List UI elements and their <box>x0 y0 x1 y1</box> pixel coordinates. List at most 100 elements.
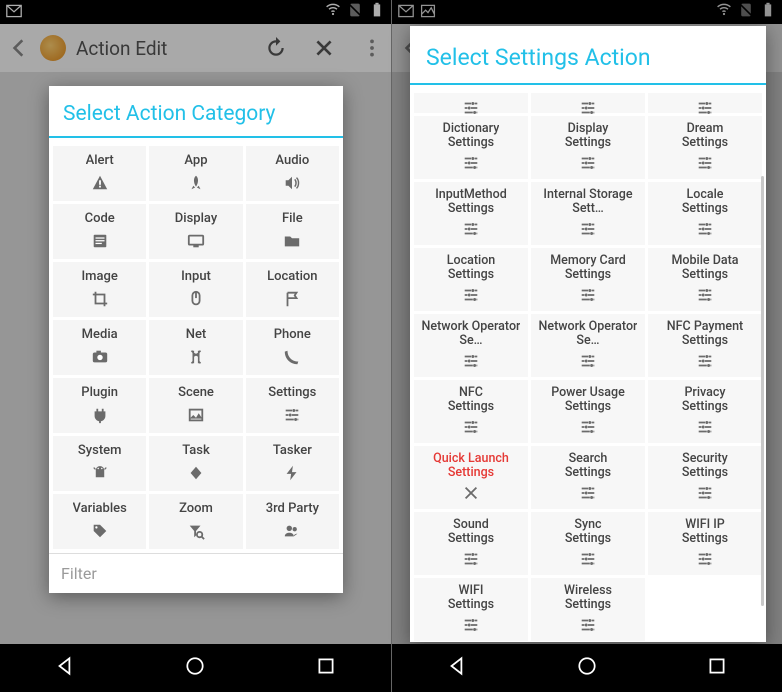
settings-item-quick-launch-settings[interactable]: Quick LaunchSettings <box>414 446 528 509</box>
nav-home-button[interactable] <box>576 655 598 681</box>
settings-item-label: DictionarySettings <box>443 122 500 150</box>
category-settings[interactable]: Settings <box>246 378 339 433</box>
tag-icon <box>90 521 110 541</box>
sliders-icon <box>282 405 302 425</box>
settings-item-label: PrivacySettings <box>682 386 728 414</box>
settings-item-locale-settings[interactable]: LocaleSettings <box>648 182 762 245</box>
sliders-icon <box>578 549 598 569</box>
category-label: Zoom <box>179 502 213 516</box>
settings-item-partial[interactable] <box>648 93 762 113</box>
settings-item-power-usage-settings[interactable]: Power UsageSettings <box>531 380 645 443</box>
category-label: Variables <box>73 502 127 516</box>
sliders-icon <box>578 285 598 305</box>
settings-item-partial[interactable] <box>531 93 645 113</box>
settings-item-network-operator-se-[interactable]: Network OperatorSe… <box>531 314 645 377</box>
category-3rd-party[interactable]: 3rd Party <box>246 494 339 549</box>
settings-item-label: NFCSettings <box>448 386 494 414</box>
nav-back-button[interactable] <box>446 655 468 681</box>
settings-item-internal-storage-sett-[interactable]: Internal StorageSett… <box>531 182 645 245</box>
settings-item-label: Network OperatorSe… <box>422 320 521 348</box>
settings-item-wifi-settings[interactable]: WIFISettings <box>414 578 528 641</box>
category-variables[interactable]: Variables <box>53 494 146 549</box>
category-plugin[interactable]: Plugin <box>53 378 146 433</box>
category-audio[interactable]: Audio <box>246 146 339 201</box>
nav-home-button[interactable] <box>184 655 206 681</box>
category-code[interactable]: Code <box>53 204 146 259</box>
nav-bar <box>0 644 391 692</box>
settings-action-grid[interactable]: DictionarySettings DisplaySettings DreamSe… <box>410 89 766 642</box>
nav-bar <box>392 644 782 692</box>
settings-item-dream-settings[interactable]: DreamSettings <box>648 116 762 179</box>
settings-item-sync-settings[interactable]: SyncSettings <box>531 512 645 575</box>
settings-item-wifi-ip-settings[interactable]: WIFI IPSettings <box>648 512 762 575</box>
display-icon <box>186 231 206 251</box>
category-label: Net <box>186 328 207 342</box>
nav-recent-button[interactable] <box>706 655 728 681</box>
category-scene[interactable]: Scene <box>149 378 242 433</box>
settings-item-sound-settings[interactable]: SoundSettings <box>414 512 528 575</box>
zoom-icon <box>186 521 206 541</box>
settings-item-label: InputMethodSettings <box>435 188 507 216</box>
settings-item-label: WIFI IPSettings <box>682 518 728 546</box>
category-task[interactable]: Task <box>149 436 242 491</box>
filter-input[interactable]: Filter <box>49 553 343 593</box>
category-net[interactable]: Net <box>149 320 242 375</box>
close-icon <box>461 483 481 503</box>
rocket-icon <box>186 173 206 193</box>
category-label: Image <box>81 270 117 284</box>
settings-item-inputmethod-settings[interactable]: InputMethodSettings <box>414 182 528 245</box>
settings-item-label: Quick LaunchSettings <box>433 452 509 480</box>
settings-item-mobile-data-settings[interactable]: Mobile DataSettings <box>648 248 762 311</box>
nav-back-button[interactable] <box>54 655 76 681</box>
category-label: 3rd Party <box>266 502 319 516</box>
settings-item-label: LocaleSettings <box>682 188 728 216</box>
settings-item-wireless-settings[interactable]: WirelessSettings <box>531 578 645 641</box>
sliders-icon <box>461 285 481 305</box>
settings-item-label: DisplaySettings <box>565 122 611 150</box>
settings-item-partial[interactable] <box>414 93 528 113</box>
sliders-icon <box>578 417 598 437</box>
audio-icon <box>282 173 302 193</box>
select-action-category-dialog: Select Action Category AlertAppAudioCode… <box>49 86 343 593</box>
scrollbar[interactable] <box>761 176 764 606</box>
category-media[interactable]: Media <box>53 320 146 375</box>
category-alert[interactable]: Alert <box>53 146 146 201</box>
settings-item-nfc-settings[interactable]: NFCSettings <box>414 380 528 443</box>
category-phone[interactable]: Phone <box>246 320 339 375</box>
category-label: Task <box>182 444 210 458</box>
category-label: App <box>184 154 207 168</box>
category-image[interactable]: Image <box>53 262 146 317</box>
category-app[interactable]: App <box>149 146 242 201</box>
category-tasker[interactable]: Tasker <box>246 436 339 491</box>
settings-item-dictionary-settings[interactable]: DictionarySettings <box>414 116 528 179</box>
bolt-icon <box>282 463 302 483</box>
category-label: Alert <box>86 154 114 168</box>
category-display[interactable]: Display <box>149 204 242 259</box>
settings-item-location-settings[interactable]: LocationSettings <box>414 248 528 311</box>
settings-item-search-settings[interactable]: SearchSettings <box>531 446 645 509</box>
settings-item-display-settings[interactable]: DisplaySettings <box>531 116 645 179</box>
settings-item-label: WirelessSettings <box>564 584 612 612</box>
category-system[interactable]: System <box>53 436 146 491</box>
settings-item-memory-card-settings[interactable]: Memory CardSettings <box>531 248 645 311</box>
empty-cell <box>648 578 762 641</box>
sliders-icon <box>461 549 481 569</box>
settings-item-network-operator-se-[interactable]: Network OperatorSe… <box>414 314 528 377</box>
nav-recent-button[interactable] <box>315 655 337 681</box>
settings-item-privacy-settings[interactable]: PrivacySettings <box>648 380 762 443</box>
diamond-icon <box>186 463 206 483</box>
settings-item-label: WIFISettings <box>448 584 494 612</box>
category-zoom[interactable]: Zoom <box>149 494 242 549</box>
sliders-icon <box>578 615 598 635</box>
settings-item-security-settings[interactable]: SecuritySettings <box>648 446 762 509</box>
sliders-icon <box>695 549 715 569</box>
category-file[interactable]: File <box>246 204 339 259</box>
category-label: Phone <box>274 328 311 342</box>
settings-item-nfc-payment-settings[interactable]: NFC PaymentSettings <box>648 314 762 377</box>
settings-item-label: Memory CardSettings <box>550 254 626 282</box>
category-input[interactable]: Input <box>149 262 242 317</box>
sliders-icon <box>461 417 481 437</box>
category-label: Settings <box>268 386 316 400</box>
sliders-icon <box>578 351 598 371</box>
category-location[interactable]: Location <box>246 262 339 317</box>
